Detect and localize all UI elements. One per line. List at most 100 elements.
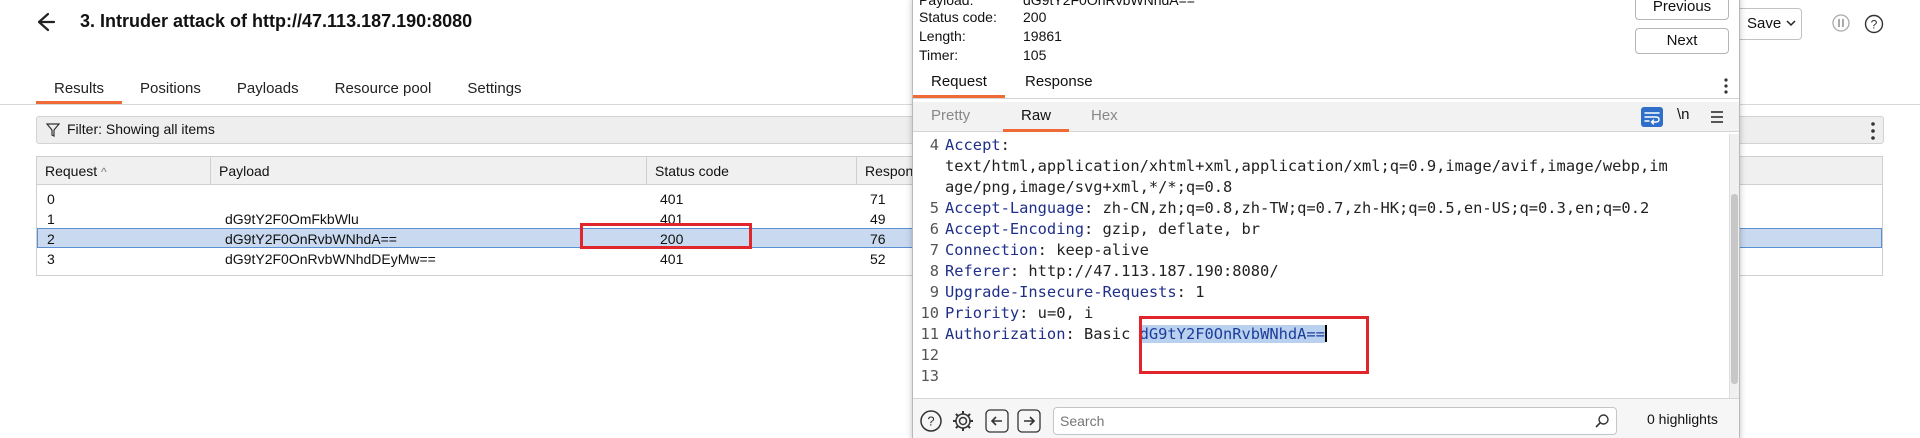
code-line: age/png,image/svg+xml,*/*;q=0.8 — [945, 178, 1232, 196]
request-details-panel: Payload: dG9tY2F0OnRvbWNhdA== Status cod… — [912, 0, 1740, 438]
header-name: Accept — [945, 136, 1001, 154]
pause-icon[interactable] — [1832, 14, 1850, 32]
cell-status: 200 — [660, 231, 684, 247]
attack-tabs: Results Positions Payloads Resource pool… — [36, 78, 540, 104]
header-name: Upgrade-Insecure-Requests — [945, 283, 1177, 301]
cell-payload: dG9tY2F0OmFkbWlu — [225, 211, 359, 227]
info-label-payload: Payload: — [919, 0, 974, 8]
header-value: : 1 — [1176, 283, 1205, 301]
header-name: Authorization — [945, 325, 1066, 343]
cell-response: 71 — [870, 191, 886, 207]
help-icon[interactable]: ? — [919, 409, 943, 433]
newline-toggle-icon[interactable]: \n — [1677, 106, 1690, 123]
arrow-left-icon[interactable] — [985, 409, 1009, 433]
tab-payloads[interactable]: Payloads — [219, 78, 317, 104]
line-number: 5 — [929, 199, 939, 217]
menu-icon[interactable] — [1709, 109, 1725, 125]
column-request-label: Request — [45, 163, 98, 179]
search-box[interactable] — [1053, 407, 1617, 435]
cell-request: 1 — [47, 211, 55, 227]
save-label: Save — [1747, 15, 1782, 32]
code-line: Referer: http://47.113.187.190:8080/ — [945, 262, 1279, 280]
header-value: age/png,image/svg+xml,*/*;q=0.8 — [945, 178, 1233, 196]
tab-request[interactable]: Request — [913, 72, 1005, 98]
column-request[interactable]: Request ^ — [37, 157, 211, 185]
cell-payload: dG9tY2F0OnRvbWNhdDEyMw== — [225, 251, 436, 267]
filter-icon — [46, 123, 60, 137]
info-label-length: Length: — [919, 28, 966, 44]
line-number: 6 — [929, 220, 939, 238]
gear-icon[interactable] — [951, 409, 975, 433]
tab-resource-pool[interactable]: Resource pool — [317, 78, 450, 104]
arrow-right-icon[interactable] — [1017, 409, 1041, 433]
header-value: text/html,application/xhtml+xml,applicat… — [945, 157, 1668, 175]
line-number: 13 — [920, 367, 939, 385]
header-value: : u=0, i — [1019, 304, 1094, 322]
line-number: 4 — [929, 136, 939, 154]
header-name: Priority — [945, 304, 1020, 322]
tab-results[interactable]: Results — [36, 78, 123, 104]
info-label-status: Status code: — [919, 9, 997, 25]
highlights-count: 0 highlights — [1647, 411, 1718, 427]
column-payload[interactable]: Payload — [211, 157, 647, 185]
code-line: text/html,application/xhtml+xml,applicat… — [945, 157, 1668, 175]
header-value: : http://47.113.187.190:8080/ — [1009, 262, 1279, 280]
view-tab-pretty[interactable]: Pretty — [913, 102, 988, 132]
scrollbar-thumb[interactable] — [1731, 194, 1738, 384]
header-value: : keep-alive — [1037, 241, 1149, 259]
view-tab-hex[interactable]: Hex — [1073, 102, 1136, 132]
cell-request: 2 — [47, 231, 55, 247]
header-value: : — [1000, 136, 1010, 154]
info-value-payload: dG9tY2F0OnRvbWNhdA== — [1023, 0, 1195, 8]
help-icon[interactable]: ? — [1864, 14, 1884, 34]
header-name: Connection — [945, 241, 1038, 259]
header-value: : Basic — [1065, 325, 1140, 343]
search-input[interactable] — [1060, 411, 1580, 431]
svg-text:?: ? — [927, 414, 934, 429]
sort-ascending-icon: ^ — [101, 165, 107, 179]
header-name: Accept-Language — [945, 199, 1084, 217]
cell-status: 401 — [660, 211, 684, 227]
next-button[interactable]: Next — [1635, 28, 1729, 54]
cell-response: 49 — [870, 211, 886, 227]
cell-payload: dG9tY2F0OnRvbWNhdA== — [225, 231, 397, 247]
cell-response: 76 — [870, 231, 886, 247]
back-arrow-icon[interactable] — [34, 10, 58, 34]
tab-settings[interactable]: Settings — [449, 78, 539, 104]
request-response-tabs: Request Response — [913, 72, 1739, 98]
code-line: Connection: keep-alive — [945, 241, 1149, 259]
window-title: 3. Intruder attack of http://47.113.187.… — [80, 11, 473, 31]
column-response[interactable]: Respons — [857, 157, 917, 185]
filter-text: Filter: Showing all items — [67, 121, 215, 137]
editor-scrollbar[interactable] — [1729, 134, 1739, 398]
line-number: 12 — [920, 346, 939, 364]
line-number: 7 — [929, 241, 939, 259]
tabs-divider — [913, 98, 1739, 99]
word-wrap-icon[interactable] — [1641, 107, 1663, 127]
search-bar: ? 0 highlights — [913, 398, 1739, 438]
info-value-status: 200 — [1023, 9, 1047, 25]
more-options-icon[interactable] — [1721, 76, 1731, 96]
svg-text:?: ? — [1871, 18, 1878, 32]
selected-auth-value[interactable]: dG9tY2F0OnRvbWNhdA== — [1139, 325, 1325, 343]
text-caret — [1324, 325, 1327, 342]
info-value-timer: 105 — [1023, 47, 1047, 63]
tab-response[interactable]: Response — [1007, 72, 1111, 98]
column-status-code[interactable]: Status code — [647, 157, 857, 185]
raw-request-editor[interactable]: 4 Accept: text/html,application/xhtml+xm… — [913, 134, 1729, 398]
previous-button[interactable]: Previous — [1635, 0, 1729, 20]
chevron-down-icon[interactable] — [1786, 18, 1796, 28]
header-value: : zh-CN,zh;q=0.8,zh-TW;q=0.7,zh-HK;q=0.5… — [1084, 199, 1650, 217]
tab-positions[interactable]: Positions — [122, 78, 219, 104]
line-number: 8 — [929, 262, 939, 280]
line-number: 9 — [929, 283, 939, 301]
code-line: Upgrade-Insecure-Requests: 1 — [945, 283, 1204, 301]
more-options-icon[interactable] — [1866, 120, 1880, 142]
search-icon[interactable] — [1594, 413, 1610, 429]
view-tab-raw[interactable]: Raw — [1003, 102, 1070, 132]
cell-status: 401 — [660, 251, 684, 267]
info-value-length: 19861 — [1023, 28, 1062, 44]
code-line: Accept-Encoding: gzip, deflate, br — [945, 220, 1260, 238]
cell-request: 0 — [47, 191, 55, 207]
code-line: Priority: u=0, i — [945, 304, 1093, 322]
